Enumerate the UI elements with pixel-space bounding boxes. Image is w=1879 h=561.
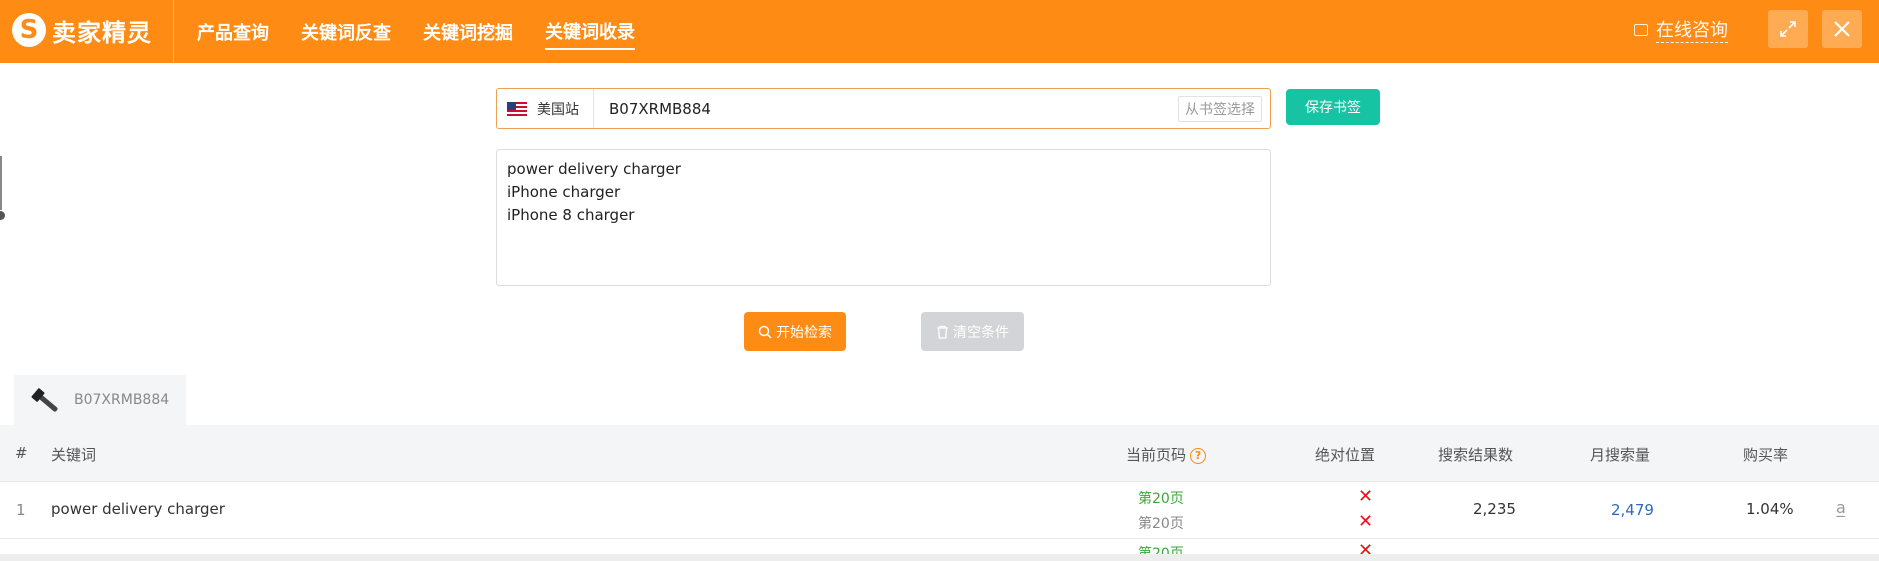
col-current-page-label: 当前页码	[1126, 446, 1187, 464]
search-icon	[758, 325, 772, 339]
online-consult-label: 在线咨询	[1656, 16, 1728, 43]
online-consult-link[interactable]: 在线咨询	[1634, 16, 1728, 43]
table-header: # 关键词 当前页码? 绝对位置 搜索结果数 月搜索量 购买率	[0, 425, 1879, 482]
logo-text: 卖家精灵	[52, 18, 152, 47]
row-index: 1	[16, 501, 26, 519]
keywords-textarea[interactable]: power delivery charger iPhone charger iP…	[496, 149, 1271, 286]
not-found-icon: ✕	[1358, 511, 1374, 532]
not-found-icon: ✕	[1358, 486, 1374, 507]
asin-input[interactable]	[594, 89, 1178, 128]
row-result-count: 2,235	[1473, 500, 1516, 518]
marketplace-label: 美国站	[537, 101, 579, 118]
help-icon[interactable]: ?	[1190, 447, 1207, 464]
close-button[interactable]	[1822, 10, 1862, 48]
marketplace-select[interactable]: 美国站	[497, 89, 594, 128]
clear-conditions-label: 清空条件	[953, 324, 1009, 341]
close-icon	[1834, 21, 1850, 37]
row-page-primary[interactable]: 第20页	[1138, 488, 1184, 508]
product-tab[interactable]: B07XRMB884	[14, 375, 186, 425]
product-thumbnail	[30, 385, 60, 415]
save-bookmark-button[interactable]: 保存书签	[1286, 89, 1380, 125]
main-nav: 产品查询 关键词反查 关键词挖掘 关键词收录	[197, 0, 667, 63]
row-monthly-search[interactable]: 2,479	[1611, 501, 1654, 519]
top-bar: S 卖家精灵 产品查询 关键词反查 关键词挖掘 关键词收录 在线咨询	[0, 0, 1879, 63]
clear-conditions-button[interactable]: 清空条件	[921, 312, 1024, 351]
side-handle[interactable]	[0, 156, 2, 210]
nav-keyword-mining[interactable]: 关键词挖掘	[423, 15, 513, 49]
horizontal-scrollbar[interactable]	[0, 554, 1879, 561]
asin-search-box: 美国站 从书签选择	[496, 88, 1271, 129]
col-index: #	[15, 444, 28, 462]
col-absolute-position[interactable]: 绝对位置	[1315, 444, 1375, 465]
logo[interactable]: S 卖家精灵	[12, 10, 152, 50]
start-search-button[interactable]: 开始检索	[744, 312, 846, 351]
side-handle-knob[interactable]	[0, 211, 5, 220]
logo-divider	[173, 0, 174, 63]
col-result-count[interactable]: 搜索结果数	[1438, 444, 1513, 465]
expand-icon	[1780, 21, 1796, 37]
nav-keyword-indexing[interactable]: 关键词收录	[545, 14, 635, 50]
logo-icon: S	[12, 13, 46, 47]
chat-icon	[1634, 23, 1648, 36]
row-keyword: power delivery charger	[51, 500, 225, 518]
start-search-label: 开始检索	[776, 324, 832, 341]
us-flag-icon	[507, 101, 527, 116]
expand-button[interactable]	[1768, 10, 1808, 48]
col-monthly-search[interactable]: 月搜索量	[1590, 444, 1650, 465]
col-keyword: 关键词	[51, 446, 97, 464]
row-purchase-rate: 1.04%	[1746, 500, 1794, 518]
product-tab-asin: B07XRMB884	[74, 392, 170, 408]
trash-icon	[937, 325, 948, 339]
col-current-page: 当前页码?	[1126, 444, 1207, 465]
nav-keyword-reverse[interactable]: 关键词反查	[301, 15, 391, 49]
nav-product-query[interactable]: 产品查询	[197, 15, 269, 49]
bookmark-select[interactable]: 从书签选择	[1178, 95, 1262, 122]
amazon-icon[interactable]: a̲	[1836, 498, 1846, 517]
table-row: 1 power delivery charger 第20页 第20页 ✕ ✕ 2…	[0, 482, 1879, 539]
row-page-secondary: 第20页	[1138, 516, 1184, 532]
col-purchase-rate[interactable]: 购买率	[1743, 444, 1788, 465]
